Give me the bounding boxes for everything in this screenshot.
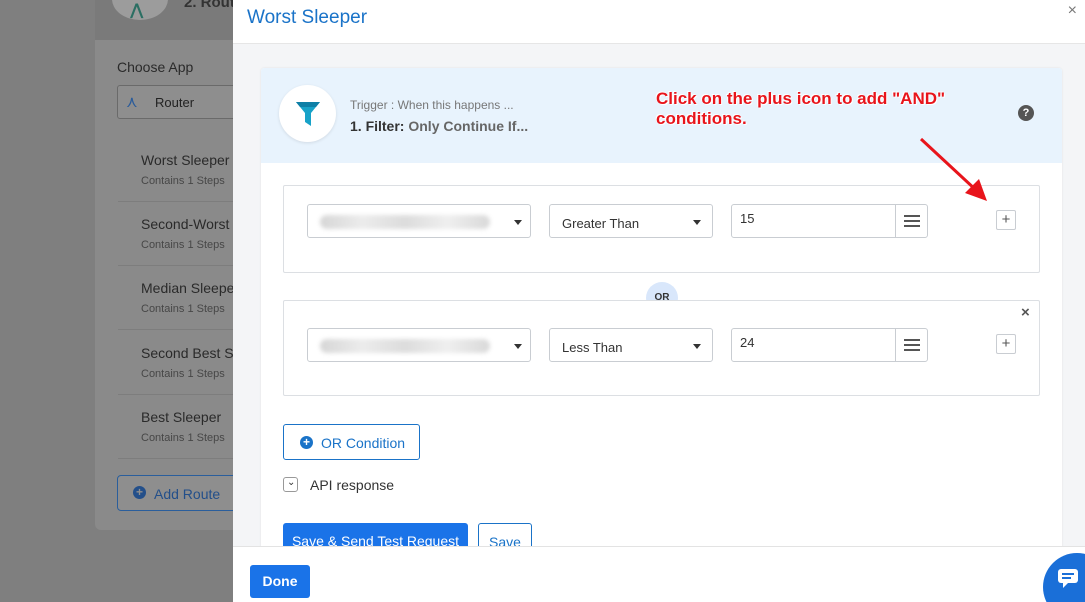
- save-button[interactable]: Save: [478, 523, 532, 546]
- close-icon[interactable]: ×: [1068, 2, 1077, 20]
- api-response-label: API response: [310, 477, 395, 493]
- value-input[interactable]: 24: [731, 328, 896, 362]
- menu-line: [904, 344, 920, 346]
- trigger-desc: Only Continue If...: [408, 118, 529, 134]
- route-name: Worst Sleeper: [141, 152, 230, 168]
- modal-title: Worst Sleeper: [247, 7, 368, 28]
- value-menu-button[interactable]: [895, 328, 928, 362]
- chat-icon: [1058, 569, 1078, 588]
- route-name: Median Sleepe: [141, 280, 235, 296]
- menu-line: [904, 225, 920, 227]
- value-input[interactable]: 15: [731, 204, 896, 238]
- or-condition-label: OR Condition: [321, 435, 406, 451]
- caret-down-icon: [514, 220, 522, 225]
- chat-widget-button[interactable]: [1043, 553, 1085, 602]
- caret-down-icon: [693, 344, 701, 349]
- modal-content: Trigger : When this happens ... 1. Filte…: [233, 44, 1085, 546]
- chevron-down-icon: ⌄: [287, 477, 296, 488]
- operator-select[interactable]: Less Than: [549, 328, 713, 362]
- operator-select[interactable]: Greater Than: [549, 204, 713, 238]
- route-steps: Contains 1 Steps: [141, 175, 225, 187]
- background-step-label: 2. Rout: [184, 0, 235, 11]
- annotation-arrow-icon: [919, 137, 987, 201]
- menu-line: [904, 349, 920, 351]
- annotation-line: Click on the plus icon to add "AND": [656, 89, 946, 108]
- api-response-toggle[interactable]: ⌄: [283, 477, 298, 492]
- field-select[interactable]: [307, 204, 531, 238]
- filter-funnel-icon: [296, 102, 320, 126]
- menu-line: [904, 220, 920, 222]
- app-select-value: Router: [155, 95, 195, 110]
- route-name: Second Best Sl: [141, 345, 237, 361]
- filter-app-logo: [279, 85, 336, 142]
- router-icon: ⋏: [126, 94, 138, 111]
- choose-app-label: Choose App: [117, 59, 194, 75]
- operator-value: Less Than: [562, 340, 623, 355]
- blurred-field-value: [320, 339, 490, 353]
- done-button[interactable]: Done: [250, 565, 310, 598]
- route-steps: Contains 1 Steps: [141, 368, 225, 380]
- caret-down-icon: [693, 220, 701, 225]
- route-name: Best Sleeper: [141, 409, 222, 425]
- plus-circle-icon: +: [133, 486, 146, 499]
- help-icon[interactable]: ?: [1018, 105, 1034, 121]
- trigger-step: 1. Filter:: [350, 118, 405, 134]
- menu-line: [904, 339, 920, 341]
- add-and-condition-button[interactable]: +: [996, 210, 1016, 230]
- trigger-subtitle: Trigger : When this happens ...: [350, 98, 514, 112]
- trigger-title: 1. Filter: Only Continue If...: [350, 118, 528, 134]
- caret-down-icon: [514, 344, 522, 349]
- menu-line: [904, 215, 920, 217]
- save-send-test-button[interactable]: Save & Send Test Request: [283, 523, 468, 546]
- route-steps: Contains 1 Steps: [141, 239, 225, 251]
- modal-footer: Done: [233, 546, 1085, 602]
- route-name: Second-Worst S: [141, 216, 243, 232]
- remove-condition-icon[interactable]: ×: [1021, 304, 1030, 321]
- route-steps: Contains 1 Steps: [141, 432, 225, 444]
- or-condition-button[interactable]: + OR Condition: [283, 424, 420, 460]
- route-steps: Contains 1 Steps: [141, 303, 225, 315]
- condition-row: × Less Than 24 +: [283, 300, 1040, 396]
- annotation-line: conditions.: [656, 109, 747, 128]
- modal-header: Worst Sleeper ×: [233, 0, 1085, 44]
- blurred-field-value: [320, 215, 490, 229]
- field-select[interactable]: [307, 328, 531, 362]
- plus-circle-icon: +: [300, 436, 313, 449]
- filter-modal: Worst Sleeper × Trigger : When this happ…: [233, 0, 1085, 602]
- add-and-condition-button[interactable]: +: [996, 334, 1016, 354]
- add-route-label: Add Route: [154, 486, 221, 502]
- router-logo-icon: ⋀: [130, 2, 144, 19]
- annotation-text: Click on the plus icon to add "AND" cond…: [656, 89, 945, 129]
- operator-value: Greater Than: [562, 216, 640, 231]
- value-menu-button[interactable]: [895, 204, 928, 238]
